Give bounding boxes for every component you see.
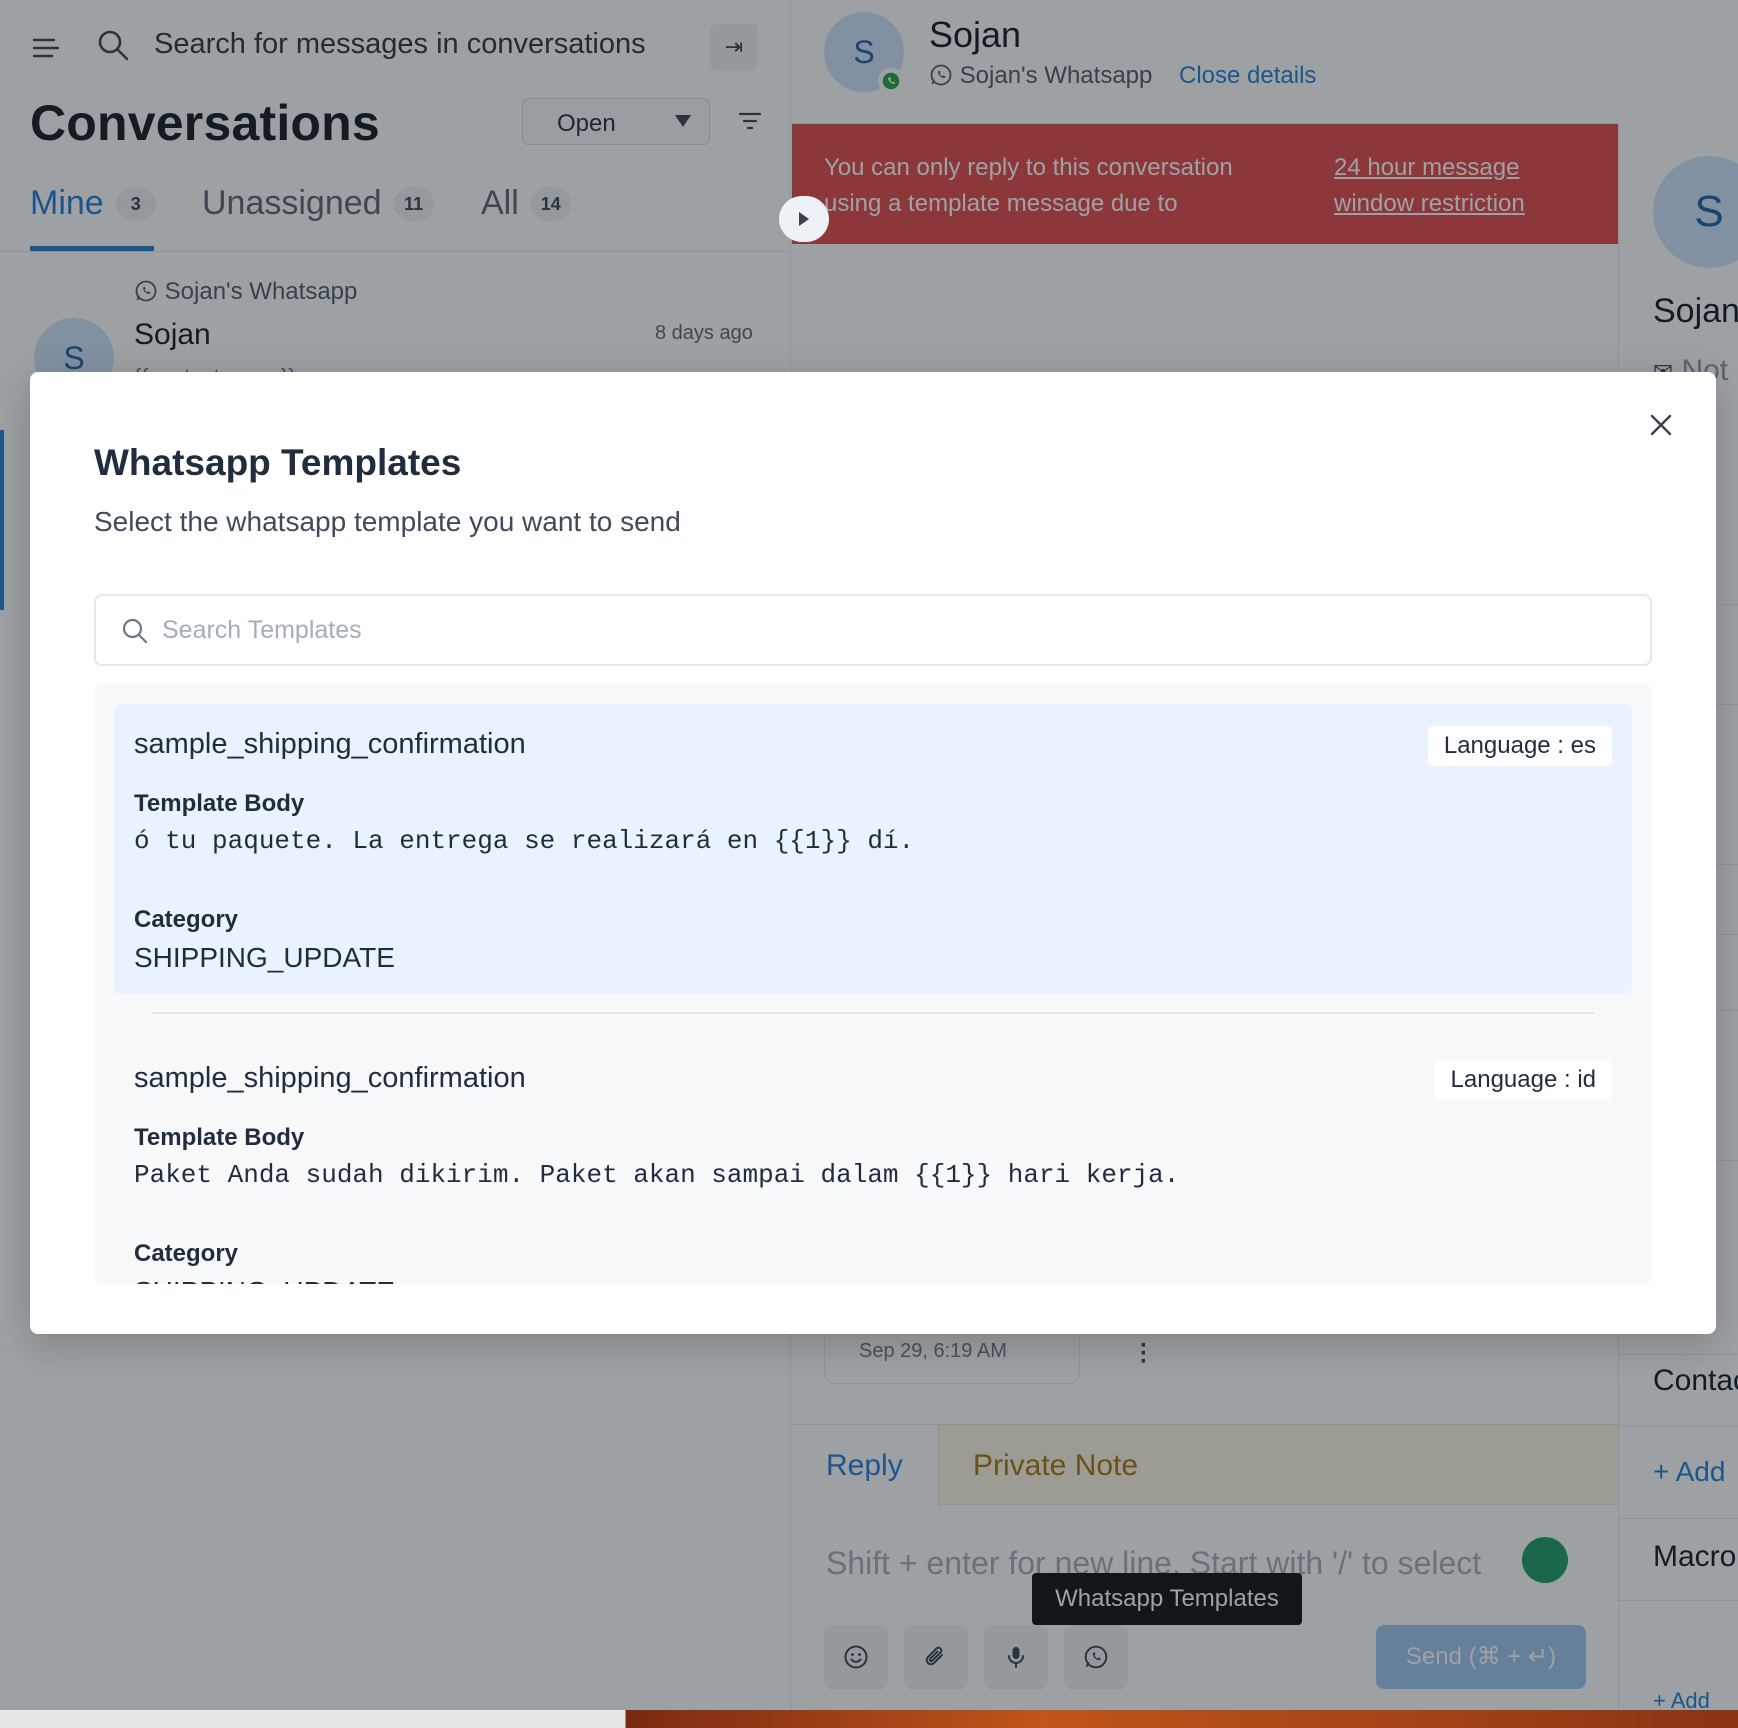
modal-subtitle: Select the whatsapp template you want to… [94, 506, 681, 537]
template-body: Paket Anda sudah dikirim. Paket akan sam… [134, 1160, 1180, 1190]
template-name: sample_shipping_confirmation [134, 728, 526, 760]
template-category-label: Category [134, 906, 239, 933]
template-language-badge: Language : id [1434, 1060, 1612, 1100]
whatsapp-templates-modal: Whatsapp Templates Select the whatsapp t… [30, 372, 1716, 1334]
template-search [94, 594, 1652, 666]
modal-title: Whatsapp Templates [94, 442, 462, 483]
template-list: sample_shipping_confirmation Language : … [94, 684, 1652, 1284]
template-language-badge: Language : es [1427, 726, 1612, 766]
template-category: SHIPPING_UPDATE [134, 942, 395, 973]
taskbar-strip [0, 1710, 1738, 1728]
template-search-input[interactable] [162, 596, 1632, 664]
template-body-label: Template Body [134, 1124, 305, 1151]
play-icon [799, 212, 809, 226]
template-category-label: Category [134, 1240, 239, 1267]
app-root: Search for messages in conversations ⇥ C… [0, 0, 1738, 1728]
template-item[interactable]: sample_shipping_confirmation Language : … [114, 704, 1632, 994]
search-icon [122, 618, 148, 644]
template-body: ó tu paquete. La entrega se realizará en… [134, 826, 915, 856]
template-name: sample_shipping_confirmation [134, 1062, 526, 1094]
divider [152, 1012, 1594, 1014]
template-body-label: Template Body [134, 790, 305, 817]
template-item[interactable]: sample_shipping_confirmation Language : … [114, 1038, 1632, 1284]
template-category: SHIPPING_UPDATE [134, 1276, 395, 1284]
close-icon[interactable] [1646, 410, 1676, 440]
banner-next-button[interactable] [779, 196, 829, 242]
